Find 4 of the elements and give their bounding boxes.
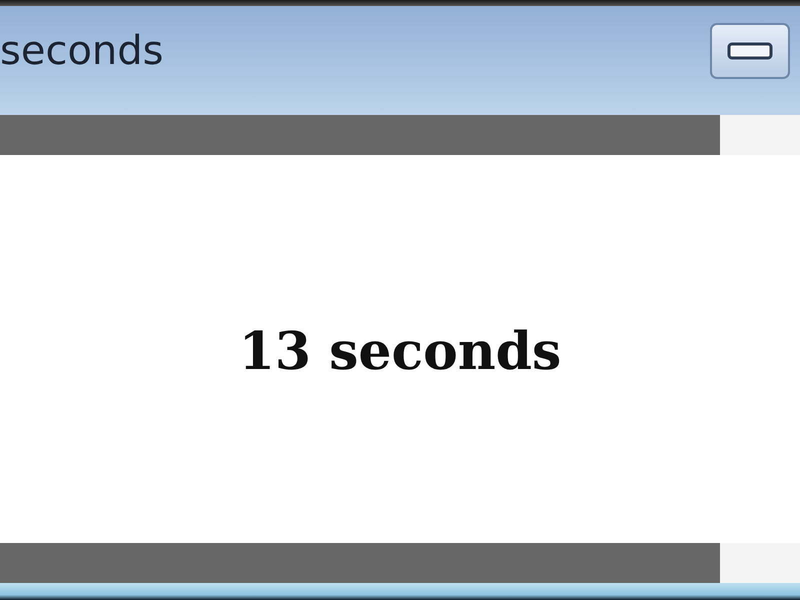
- countdown-text: 13 seconds: [238, 320, 562, 382]
- minimize-button[interactable]: [710, 22, 790, 78]
- minimize-icon: [727, 40, 773, 60]
- window-title: seconds: [0, 28, 164, 74]
